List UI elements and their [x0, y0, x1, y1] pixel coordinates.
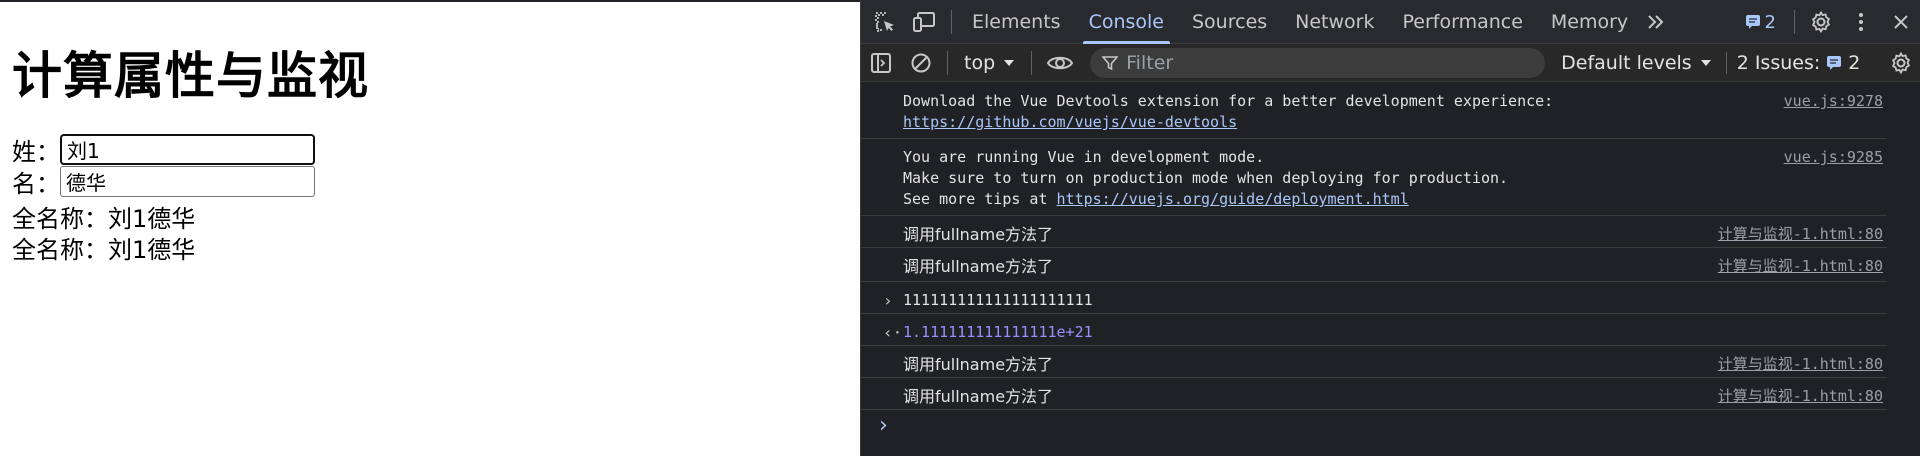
more-options-icon[interactable]: [1841, 0, 1881, 44]
chevron-down-icon: [1700, 59, 1711, 66]
tab-performance[interactable]: Performance: [1389, 0, 1537, 44]
message-text: See more tips at: [903, 190, 1057, 208]
device-toolbar-icon[interactable]: [905, 0, 945, 44]
tabbar-divider: [951, 9, 952, 34]
source-link[interactable]: vue.js:9285: [1784, 147, 1883, 168]
given-name-row: 名：: [12, 165, 315, 198]
messages-badge[interactable]: 2: [1733, 12, 1788, 33]
surname-row: 姓：: [12, 133, 315, 166]
given-name-input[interactable]: [60, 165, 315, 197]
filter-funnel-icon: [1102, 55, 1119, 70]
result-text: 1.111111111111111e+21: [903, 323, 1093, 341]
message-line: See more tips at https://vuejs.org/guide…: [903, 189, 1887, 210]
tab-network[interactable]: Network: [1281, 0, 1388, 44]
tab-sources[interactable]: Sources: [1178, 0, 1281, 44]
source-link[interactable]: vue.js:9278: [1784, 91, 1883, 112]
page-heading: 计算属性与监视: [12, 47, 369, 105]
filter-input[interactable]: [1126, 51, 1527, 74]
console-messages: Download the Vue Devtools extension for …: [861, 83, 1920, 410]
console-prompt-icon[interactable]: ›: [879, 413, 888, 438]
source-link[interactable]: 计算与监视-1.html:80: [1718, 224, 1883, 245]
chevron-down-icon: [1004, 59, 1015, 66]
result-arrow-icon: ‹·: [883, 323, 903, 342]
close-devtools-icon[interactable]: [1881, 0, 1920, 44]
issues-label: 2 Issues:: [1736, 51, 1821, 74]
message-line: You are running Vue in development mode.: [903, 148, 1265, 166]
tabbar-divider-right: [1794, 10, 1795, 34]
source-link[interactable]: 计算与监视-1.html:80: [1718, 386, 1883, 407]
log-levels-label: Default levels: [1561, 51, 1692, 74]
devtools-tabbar: Elements Console Sources Network Perform…: [861, 0, 1920, 44]
devtools-panel: Elements Console Sources Network Perform…: [860, 0, 1920, 456]
context-value: top: [964, 51, 996, 74]
log-levels-dropdown[interactable]: Default levels: [1561, 52, 1712, 74]
source-link[interactable]: 计算与监视-1.html:80: [1718, 256, 1883, 277]
message-icon: [1745, 15, 1760, 29]
toolbar-divider: [947, 50, 948, 75]
issues-count: 2: [1848, 51, 1861, 74]
message-line: Make sure to turn on production mode whe…: [903, 169, 1509, 187]
input-arrow-icon: ›: [883, 291, 893, 310]
tabbar-right-controls: 2: [1733, 0, 1920, 44]
web-page: 计算属性与监视 姓： 名： 全名称：刘1德华 全名称：刘1德华: [0, 0, 860, 456]
surname-label: 姓：: [12, 137, 60, 166]
console-message: 调用fullname方法了 计算与监视-1.html:80: [861, 378, 1887, 410]
given-name-label: 名：: [12, 169, 60, 198]
console-message: 调用fullname方法了 计算与监视-1.html:80: [861, 248, 1887, 282]
source-link[interactable]: 计算与监视-1.html:80: [1718, 354, 1883, 375]
message-text: 调用fullname方法了: [903, 225, 1054, 244]
console-toolbar: top Default levels 2 Issues: 2: [861, 44, 1920, 82]
message-icon: [1827, 55, 1842, 70]
messages-count: 2: [1764, 11, 1776, 33]
filter-box: [1090, 47, 1546, 78]
tab-memory[interactable]: Memory: [1537, 0, 1642, 44]
more-tabs-icon[interactable]: [1642, 0, 1670, 44]
surname-input[interactable]: [60, 133, 315, 165]
clear-console-icon[interactable]: [901, 41, 941, 85]
console-settings-gear-icon[interactable]: [1881, 41, 1920, 85]
input-text: 111111111111111111111: [903, 291, 1093, 309]
issues-button[interactable]: 2 Issues: 2: [1725, 51, 1861, 74]
tab-elements[interactable]: Elements: [958, 0, 1075, 44]
inspect-element-icon[interactable]: [865, 0, 905, 44]
console-message: 调用fullname方法了 计算与监视-1.html:80: [861, 346, 1887, 378]
live-expression-eye-icon[interactable]: [1038, 41, 1082, 85]
settings-gear-icon[interactable]: [1801, 0, 1841, 44]
message-link[interactable]: https://github.com/vuejs/vue-devtools: [903, 113, 1237, 131]
message-text: 调用fullname方法了: [903, 257, 1054, 276]
message-line: Download the Vue Devtools extension for …: [903, 92, 1554, 110]
console-result-entry: ‹· 1.111111111111111e+21: [861, 314, 1887, 346]
context-selector[interactable]: top: [954, 52, 1025, 74]
full-name-text-1: 全名称：刘1德华: [12, 205, 196, 233]
message-link[interactable]: https://vuejs.org/guide/deployment.html: [1057, 190, 1409, 208]
sidebar-toggle-icon[interactable]: [861, 41, 901, 85]
console-message: 调用fullname方法了 计算与监视-1.html:80: [861, 216, 1887, 248]
tab-console[interactable]: Console: [1075, 0, 1178, 44]
message-text: 调用fullname方法了: [903, 387, 1054, 406]
console-message: You are running Vue in development mode.…: [861, 139, 1887, 216]
full-name-text-2: 全名称：刘1德华: [12, 236, 196, 264]
message-text: 调用fullname方法了: [903, 355, 1054, 374]
console-message: Download the Vue Devtools extension for …: [861, 83, 1887, 139]
toolbar-divider-2: [1031, 50, 1033, 75]
console-input-entry: › 111111111111111111111: [861, 282, 1887, 314]
